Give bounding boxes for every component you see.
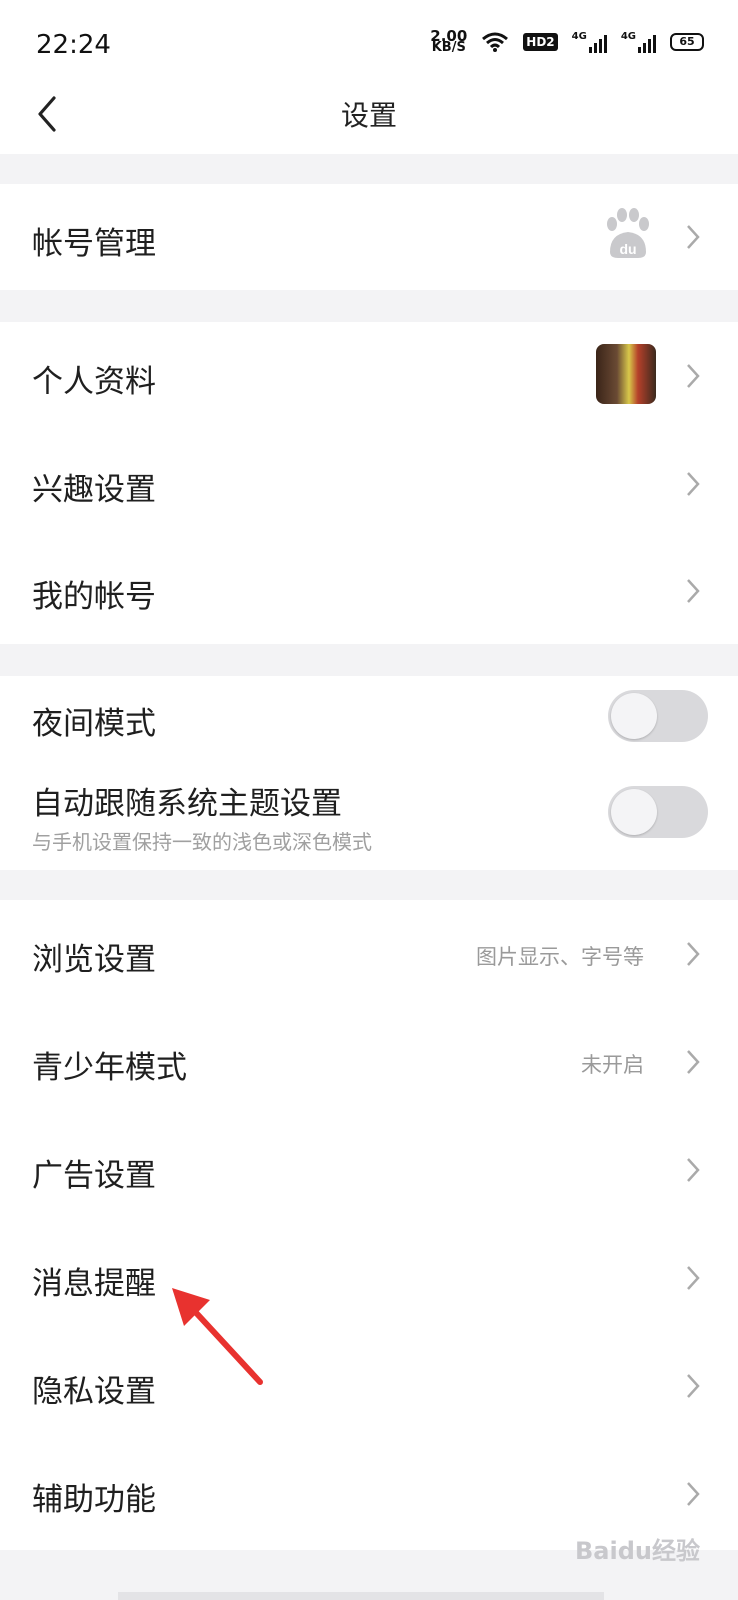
row-label: 青少年模式 bbox=[32, 1050, 187, 1086]
row-value: 未开启 bbox=[581, 1053, 644, 1077]
chevron-right-icon bbox=[687, 942, 700, 966]
battery-icon: 65 bbox=[670, 33, 704, 51]
avatar bbox=[596, 344, 656, 404]
section-misc: 浏览设置 图片显示、字号等 青少年模式 未开启 广告设置 消息提醒 隐私设置 辅… bbox=[0, 900, 738, 1550]
chevron-right-icon bbox=[687, 579, 700, 603]
row-label: 消息提醒 bbox=[32, 1266, 156, 1302]
chevron-right-icon bbox=[687, 364, 700, 388]
toggle-knob bbox=[611, 789, 657, 835]
row-teen-mode[interactable]: 青少年模式 未开启 bbox=[0, 1010, 738, 1118]
status-icons: 2.00 KB/S HD2 4G 4G 65 bbox=[430, 29, 704, 55]
night-mode-toggle[interactable] bbox=[608, 690, 708, 742]
row-label: 个人资料 bbox=[32, 364, 156, 400]
chevron-right-icon bbox=[687, 1374, 700, 1398]
chevron-right-icon bbox=[687, 1050, 700, 1074]
net-type-2: 4G bbox=[620, 31, 636, 42]
row-label: 夜间模式 bbox=[32, 706, 156, 742]
section-profile: 个人资料 兴趣设置 我的帐号 bbox=[0, 322, 738, 644]
row-auto-theme: 自动跟随系统主题设置 与手机设置保持一致的浅色或深色模式 bbox=[0, 760, 738, 870]
network-speed: 2.00 KB/S bbox=[430, 29, 467, 55]
watermark: Baidu经验 bbox=[575, 1537, 700, 1565]
home-indicator bbox=[118, 1592, 604, 1600]
row-label: 我的帐号 bbox=[32, 579, 156, 615]
row-my-account[interactable]: 我的帐号 bbox=[0, 537, 738, 644]
section-account: 帐号管理 du bbox=[0, 184, 738, 290]
chevron-right-icon bbox=[687, 1266, 700, 1290]
row-subtitle: 与手机设置保持一致的浅色或深色模式 bbox=[32, 830, 372, 854]
signal-icon-1: 4G bbox=[572, 31, 607, 53]
row-label: 浏览设置 bbox=[32, 942, 156, 978]
baidu-paw-icon: du bbox=[607, 208, 649, 258]
row-profile[interactable]: 个人资料 bbox=[0, 322, 738, 430]
page-title: 设置 bbox=[340, 99, 397, 132]
row-interest-settings[interactable]: 兴趣设置 bbox=[0, 430, 738, 537]
row-night-mode: 夜间模式 bbox=[0, 676, 738, 760]
hd-icon: HD2 bbox=[523, 33, 558, 51]
wifi-icon bbox=[482, 32, 509, 52]
row-ad-settings[interactable]: 广告设置 bbox=[0, 1118, 738, 1226]
auto-theme-toggle[interactable] bbox=[608, 786, 708, 838]
section-theme: 夜间模式 自动跟随系统主题设置 与手机设置保持一致的浅色或深色模式 bbox=[0, 676, 738, 870]
row-label: 辅助功能 bbox=[32, 1482, 156, 1518]
status-bar: 22:24 2.00 KB/S HD2 4G 4G 65 bbox=[0, 0, 738, 88]
row-label: 兴趣设置 bbox=[32, 472, 156, 508]
row-browse-settings[interactable]: 浏览设置 图片显示、字号等 bbox=[0, 900, 738, 1010]
chevron-right-icon bbox=[687, 1482, 700, 1506]
status-time: 22:24 bbox=[36, 30, 111, 60]
nav-bar: 设置 bbox=[0, 88, 738, 154]
row-value: 图片显示、字号等 bbox=[476, 945, 644, 969]
row-privacy-settings[interactable]: 隐私设置 bbox=[0, 1334, 738, 1442]
chevron-right-icon bbox=[687, 225, 700, 249]
row-message-reminder[interactable]: 消息提醒 bbox=[0, 1226, 738, 1334]
net-type-1: 4G bbox=[571, 31, 587, 42]
chevron-right-icon bbox=[687, 1158, 700, 1182]
row-label: 帐号管理 bbox=[32, 226, 156, 262]
red-arrow-annotation bbox=[172, 1288, 263, 1385]
chevron-right-icon bbox=[687, 472, 700, 496]
row-label: 自动跟随系统主题设置 bbox=[32, 786, 342, 822]
signal-icon-2: 4G bbox=[621, 31, 656, 53]
row-label: 广告设置 bbox=[32, 1158, 156, 1194]
toggle-knob bbox=[611, 693, 657, 739]
speed-unit: KB/S bbox=[431, 40, 466, 55]
row-label: 隐私设置 bbox=[32, 1374, 156, 1410]
row-account-management[interactable]: 帐号管理 du bbox=[0, 184, 738, 290]
svg-text:du: du bbox=[619, 241, 636, 257]
